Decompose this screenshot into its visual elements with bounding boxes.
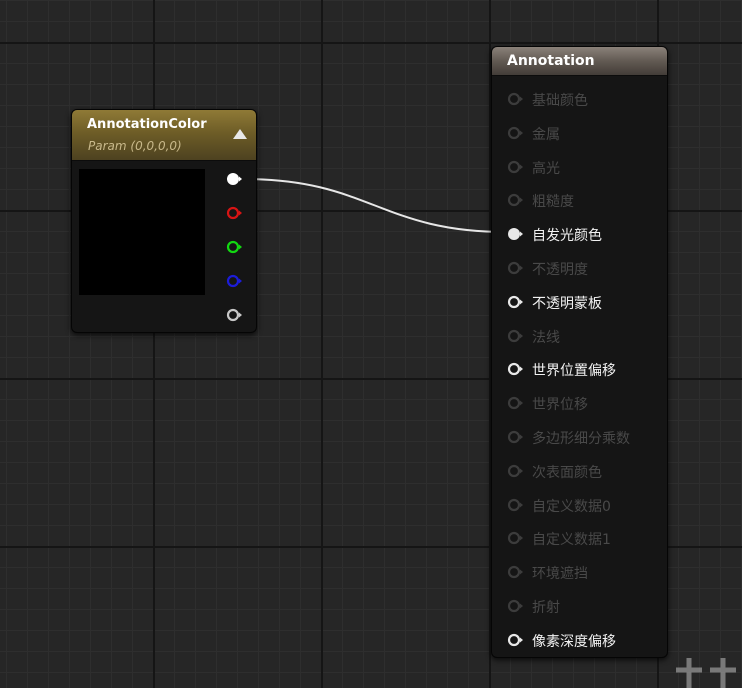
output-pin-r[interactable] [226, 206, 242, 220]
input-label: 不透明度 [532, 262, 588, 278]
input-label: 自定义数据1 [532, 532, 611, 549]
input-label: 环境遮挡 [532, 566, 588, 583]
collapse-arrow-icon[interactable] [233, 129, 247, 139]
input-row[interactable]: 世界位移 [492, 390, 667, 416]
node-title: Annotation [507, 53, 595, 69]
node-header[interactable]: AnnotationColor Param (0,0,0,0) [72, 110, 256, 161]
input-pin-icon[interactable] [507, 599, 523, 613]
node-title: AnnotationColor [87, 117, 207, 132]
input-label: 粗糙度 [532, 194, 574, 211]
input-row[interactable]: 次表面颜色 [492, 458, 667, 484]
input-label: 次表面颜色 [532, 464, 602, 481]
input-row[interactable]: 法线 [492, 323, 667, 349]
input-label: 自发光颜色 [532, 228, 602, 245]
input-row[interactable]: 高光 [492, 154, 667, 180]
input-row[interactable]: 基础颜色 [492, 86, 667, 112]
input-pin-icon[interactable] [507, 126, 523, 140]
output-pin-g[interactable] [226, 240, 242, 254]
input-pin-icon[interactable] [507, 160, 523, 174]
input-row[interactable]: 世界位置偏移 [492, 356, 667, 382]
input-pin-icon[interactable] [507, 362, 523, 376]
input-pin-icon[interactable] [507, 430, 523, 444]
wire-rgba-to-emissive [242, 178, 508, 233]
input-pin-icon[interactable] [507, 92, 523, 106]
input-row[interactable]: 多边形细分乘数 [492, 424, 667, 450]
input-label: 不透明蒙板 [532, 295, 602, 312]
input-label: 基础颜色 [532, 93, 588, 109]
input-pin-icon[interactable] [507, 193, 523, 207]
input-row[interactable]: 折射 [492, 593, 667, 619]
input-pin-icon[interactable] [507, 565, 523, 579]
annotation-color-node[interactable]: AnnotationColor Param (0,0,0,0) [71, 109, 257, 333]
input-label: 像素深度偏移 [532, 633, 616, 650]
input-label: 自定义数据0 [532, 498, 611, 515]
output-pin-rgba[interactable] [226, 172, 242, 186]
corner-glyphs-icon [676, 658, 736, 688]
input-label: 世界位移 [532, 397, 588, 414]
input-row[interactable]: 粗糙度 [492, 187, 667, 213]
input-pin-icon[interactable] [507, 295, 523, 309]
input-label: 金属 [532, 126, 560, 143]
input-label: 高光 [532, 160, 560, 177]
input-row[interactable]: 环境遮挡 [492, 559, 667, 585]
input-label: 法线 [532, 329, 560, 346]
input-label: 世界位置偏移 [532, 363, 616, 380]
output-pin-a[interactable] [226, 308, 242, 322]
input-pin-icon[interactable] [507, 464, 523, 478]
input-pin-icon[interactable] [507, 498, 523, 512]
annotation-result-node[interactable]: Annotation 基础颜色金属高光粗糙度自发光颜色不透明度不透明蒙板法线世界… [491, 46, 668, 658]
input-pin-icon[interactable] [507, 633, 523, 647]
input-row[interactable]: 自定义数据0 [492, 492, 667, 518]
output-pin-b[interactable] [226, 274, 242, 288]
input-pin-icon[interactable] [507, 329, 523, 343]
node-subtitle: Param (0,0,0,0) [88, 139, 182, 153]
input-pin-icon[interactable] [507, 531, 523, 545]
input-row[interactable]: 不透明蒙板 [492, 289, 667, 315]
input-row[interactable]: 金属 [492, 120, 667, 146]
input-row[interactable]: 自发光颜色 [492, 221, 667, 247]
input-pin-connected-icon[interactable] [507, 227, 523, 241]
color-preview-swatch [79, 169, 205, 295]
input-label: 多边形细分乘数 [532, 431, 630, 447]
input-pin-icon[interactable] [507, 396, 523, 410]
input-pin-icon[interactable] [507, 261, 523, 275]
node-header[interactable]: Annotation [492, 47, 667, 76]
input-row[interactable]: 不透明度 [492, 255, 667, 281]
input-row[interactable]: 像素深度偏移 [492, 627, 667, 653]
input-label: 折射 [532, 600, 560, 616]
input-row[interactable]: 自定义数据1 [492, 525, 667, 551]
